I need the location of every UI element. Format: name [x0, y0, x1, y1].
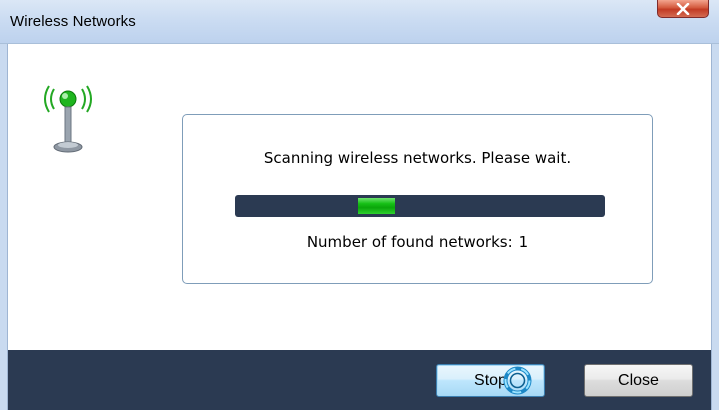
window-title: Wireless Networks [10, 13, 136, 30]
found-networks-row: Number of found networks: 1 [183, 233, 652, 251]
close-icon [676, 2, 690, 15]
stop-button[interactable]: Stop [436, 364, 545, 397]
button-bar: Stop Close [8, 350, 711, 410]
title-bar[interactable]: Wireless Networks [0, 0, 719, 44]
window-frame-right [711, 44, 719, 410]
scan-progress-bar [235, 195, 605, 217]
found-networks-label: Number of found networks: [306, 233, 513, 251]
title-close-button[interactable] [657, 0, 709, 18]
content-area: Scanning wireless networks. Please wait.… [8, 44, 711, 350]
wireless-networks-window: Wireless Networks Scanning wireless netw… [0, 0, 719, 410]
wireless-antenna-icon [44, 85, 92, 153]
scan-panel: Scanning wireless networks. Please wait.… [182, 114, 653, 284]
window-frame-left [0, 44, 8, 410]
scan-status-text: Scanning wireless networks. Please wait. [263, 149, 572, 167]
progress-marquee-chunk [358, 198, 395, 214]
found-networks-count: 1 [518, 233, 529, 251]
close-button[interactable]: Close [584, 364, 693, 397]
